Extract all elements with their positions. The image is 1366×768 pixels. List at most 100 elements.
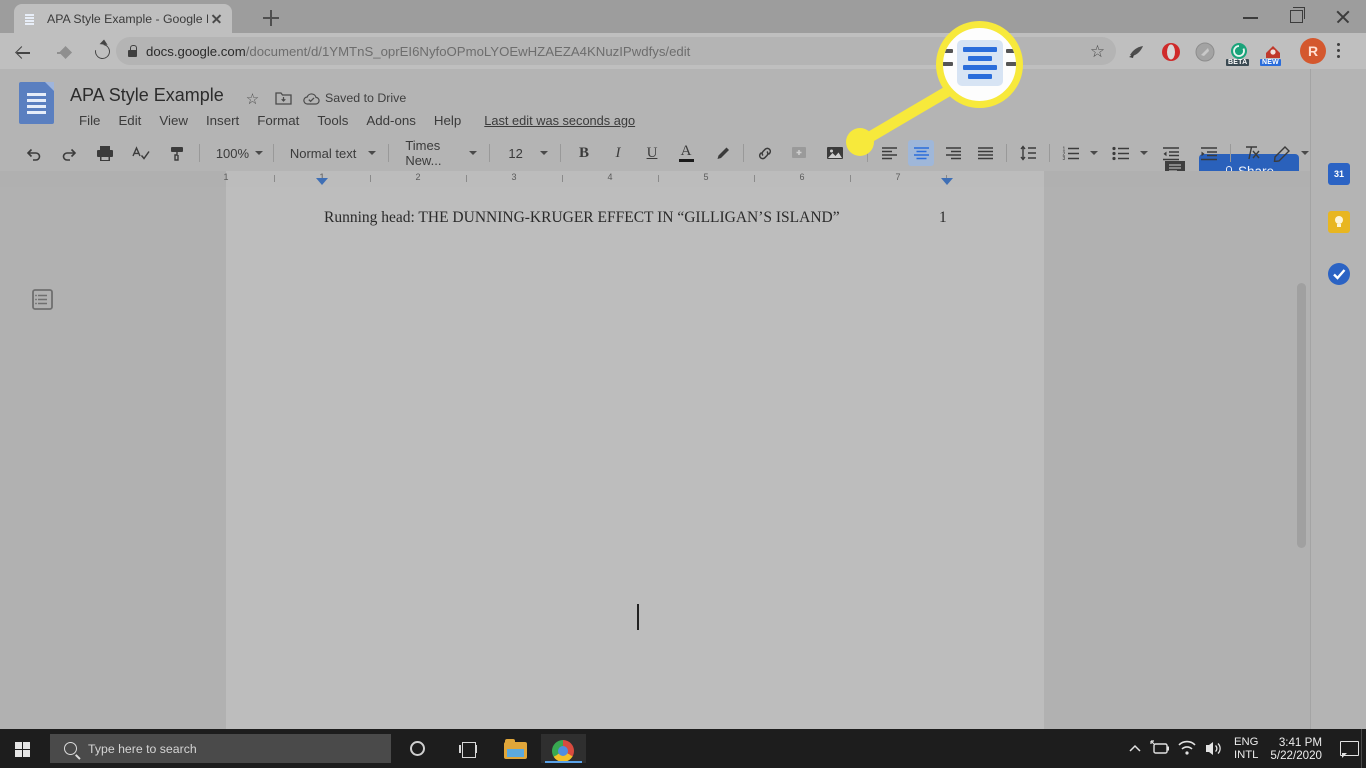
menu-insert[interactable]: Insert: [197, 113, 248, 128]
insert-image-icon[interactable]: [822, 140, 848, 166]
menu-help[interactable]: Help: [425, 113, 470, 128]
align-left-icon[interactable]: [876, 140, 902, 166]
highlight-pen-icon[interactable]: [709, 140, 735, 166]
browser-tab[interactable]: APA Style Example - Google Doc: [14, 4, 232, 33]
move-to-folder-icon[interactable]: [274, 90, 293, 109]
windows-taskbar: Type here to search ENG INTL 3:41 PM 5/2…: [0, 729, 1366, 768]
line-spacing-icon[interactable]: [1015, 140, 1041, 166]
vertical-scrollbar[interactable]: [1297, 283, 1306, 548]
extension-opera-icon[interactable]: [1161, 42, 1181, 62]
chevron-down-icon[interactable]: [1140, 151, 1148, 155]
align-center-icon[interactable]: [908, 140, 934, 166]
document-page[interactable]: Running head: THE DUNNING-KRUGER EFFECT …: [226, 187, 1044, 729]
paragraph-style-select[interactable]: Normal text: [282, 140, 380, 166]
extension-grammarly-beta-icon[interactable]: BETA: [1226, 42, 1250, 66]
extension-new-icon[interactable]: NEW: [1260, 42, 1283, 66]
battery-icon[interactable]: [1148, 729, 1174, 768]
reload-icon[interactable]: [89, 38, 117, 66]
google-tasks-icon[interactable]: [1328, 263, 1350, 285]
browser-profile-avatar[interactable]: R: [1300, 38, 1326, 64]
document-outline-icon[interactable]: [30, 287, 55, 312]
close-window-icon[interactable]: [1320, 0, 1366, 33]
new-tab-button[interactable]: [258, 6, 284, 30]
italic-button[interactable]: I: [605, 140, 631, 166]
menu-tools[interactable]: Tools: [308, 113, 357, 128]
tray-overflow-icon[interactable]: [1122, 729, 1148, 768]
extension-gray-circle-icon[interactable]: [1195, 42, 1215, 62]
add-comment-icon[interactable]: [786, 140, 812, 166]
clock[interactable]: 3:41 PM 5/22/2020: [1266, 736, 1332, 762]
text-color-swatch: [678, 159, 694, 162]
clear-formatting-icon[interactable]: [1239, 140, 1265, 166]
language-line-1: ENG: [1233, 735, 1259, 748]
menu-file[interactable]: File: [70, 113, 109, 128]
wifi-icon[interactable]: [1174, 729, 1200, 768]
close-icon[interactable]: [208, 11, 224, 27]
windows-start-icon[interactable]: [6, 735, 42, 762]
search-input[interactable]: Type here to search: [50, 734, 391, 763]
toolbar-divider: [489, 144, 491, 162]
menu-view[interactable]: View: [150, 113, 197, 128]
lock-icon: [128, 45, 137, 57]
paint-format-icon[interactable]: [165, 140, 191, 166]
spellcheck-icon[interactable]: [128, 140, 154, 166]
pencil-edit-icon[interactable]: [1269, 140, 1295, 166]
document-title[interactable]: APA Style Example: [70, 85, 224, 106]
document-canvas: Running head: THE DUNNING-KRUGER EFFECT …: [0, 187, 1310, 729]
print-icon[interactable]: [92, 140, 118, 166]
kebab-menu-icon[interactable]: [1337, 43, 1341, 61]
toolbar-divider: [560, 144, 561, 162]
file-explorer-icon[interactable]: [493, 734, 538, 763]
bold-button[interactable]: B: [571, 140, 597, 166]
chevron-down-icon[interactable]: [1301, 151, 1309, 155]
decrease-indent-icon[interactable]: [1158, 140, 1184, 166]
volume-icon[interactable]: [1200, 729, 1226, 768]
menu-format[interactable]: Format: [248, 113, 308, 128]
style-value: Normal text: [289, 145, 357, 161]
zoom-select[interactable]: 100%: [208, 140, 265, 166]
bulleted-list-icon[interactable]: [1108, 140, 1134, 166]
menu-edit[interactable]: Edit: [109, 113, 150, 128]
show-desktop-button[interactable]: [1361, 729, 1366, 768]
align-justify-icon[interactable]: [972, 140, 998, 166]
font-size-select[interactable]: 12: [498, 140, 552, 166]
ruler[interactable]: 1 1 2 3 4 5 6 7: [0, 171, 1310, 187]
link-icon[interactable]: [752, 140, 778, 166]
extension-badge: BETA: [1226, 59, 1250, 66]
left-indent-marker[interactable]: [316, 178, 328, 185]
magnifier-callout: [936, 21, 1023, 108]
star-icon[interactable]: ☆: [243, 90, 262, 109]
chevron-down-icon[interactable]: [1090, 151, 1098, 155]
increase-indent-icon[interactable]: [1196, 140, 1222, 166]
font-select[interactable]: Times New...: [397, 138, 481, 168]
text-color-button[interactable]: A: [673, 140, 699, 166]
forward-arrow-icon[interactable]: [50, 38, 78, 66]
google-calendar-icon[interactable]: 31: [1328, 163, 1350, 185]
redo-icon[interactable]: [56, 140, 82, 166]
last-edit-link[interactable]: Last edit was seconds ago: [484, 113, 635, 128]
minimize-icon[interactable]: [1228, 0, 1274, 33]
docs-menu-bar: File Edit View Insert Format Tools Add-o…: [70, 109, 635, 131]
right-indent-marker[interactable]: [941, 178, 953, 185]
extension-badge: NEW: [1260, 59, 1281, 66]
window-controls: [1228, 0, 1366, 33]
maximize-icon[interactable]: [1274, 0, 1320, 33]
extension-bird-icon[interactable]: [1127, 42, 1147, 62]
numbered-list-icon[interactable]: 123: [1058, 140, 1084, 166]
bookmark-star-icon[interactable]: ☆: [1088, 42, 1107, 61]
google-keep-icon[interactable]: [1328, 211, 1350, 233]
clock-date: 5/22/2020: [1270, 748, 1322, 762]
align-right-icon[interactable]: [940, 140, 966, 166]
task-view-icon[interactable]: [446, 734, 491, 763]
underline-button[interactable]: U: [639, 140, 665, 166]
language-line-2: INTL: [1233, 748, 1259, 761]
language-indicator[interactable]: ENG INTL: [1226, 736, 1266, 762]
cortana-icon[interactable]: [395, 734, 440, 763]
back-arrow-icon[interactable]: [10, 38, 38, 66]
undo-icon[interactable]: [22, 140, 48, 166]
menu-add-ons[interactable]: Add-ons: [357, 113, 425, 128]
url-text: docs.google.com/document/d/1YMTnS_oprEI6…: [146, 43, 691, 59]
google-chrome-icon[interactable]: [541, 734, 586, 763]
docs-side-panel: 31: [1310, 69, 1366, 729]
tab-strip: APA Style Example - Google Doc: [0, 0, 1366, 33]
